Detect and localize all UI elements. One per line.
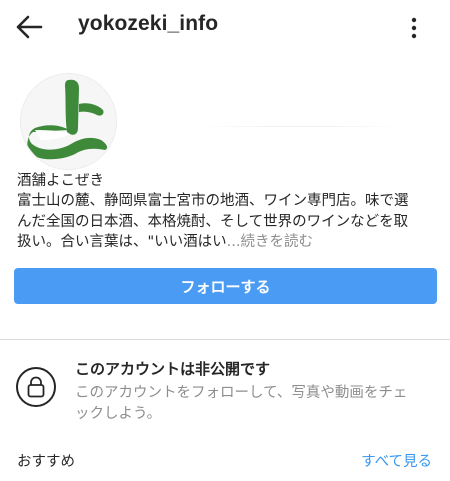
see-all-link[interactable]: すべて見る xyxy=(361,452,432,472)
avatar-logo xyxy=(21,74,116,169)
more-vertical-icon[interactable] xyxy=(408,15,420,41)
lock-badge xyxy=(16,367,56,407)
private-desc-line: ックしよう。 xyxy=(75,406,162,422)
avatar[interactable] xyxy=(20,73,117,170)
bio-ellipsis: ... xyxy=(226,234,241,250)
private-account-title: このアカウントは非公開です xyxy=(75,360,271,378)
private-desc-line: このアカウントをフォローして、写真や動画をチェ xyxy=(75,385,408,401)
bio-text: 富士山の麓、静岡県富士宮市の地酒、ワイン専門店。味で選 んだ全国の日本酒、本格焼… xyxy=(17,191,437,253)
suggestions-label: おすすめ xyxy=(17,454,75,470)
bio-line: んだ全国の日本酒、本格焼酎、そして世界のワインなどを取 xyxy=(17,213,409,230)
bio-line: 扱い。合い言葉は、"いい酒はい...続きを読む xyxy=(17,232,437,253)
follow-button[interactable]: フォローする xyxy=(14,268,437,304)
stats-placeholder xyxy=(200,126,400,127)
read-more-link[interactable]: 続きを読む xyxy=(241,234,314,250)
username-title: yokozeki_info xyxy=(78,12,219,35)
section-divider xyxy=(0,339,450,340)
bio-line: 富士山の麓、静岡県富士宮市の地酒、ワイン専門店。味で選 xyxy=(17,193,409,209)
bio-line-text: 扱い。合い言葉は、"いい酒はい xyxy=(17,234,227,250)
private-account-description: このアカウントをフォローして、写真や動画をチェ ックしよう。 xyxy=(75,383,440,425)
lock-icon xyxy=(27,376,45,398)
header: yokozeki_info xyxy=(0,0,450,54)
arrow-left-icon[interactable] xyxy=(14,13,44,41)
profile-page: yokozeki_info 酒舗よこぜき 富士山の麓、静岡県富士宮市の地酒、ワイ… xyxy=(0,0,450,481)
display-name: 酒舗よこぜき xyxy=(17,173,104,189)
